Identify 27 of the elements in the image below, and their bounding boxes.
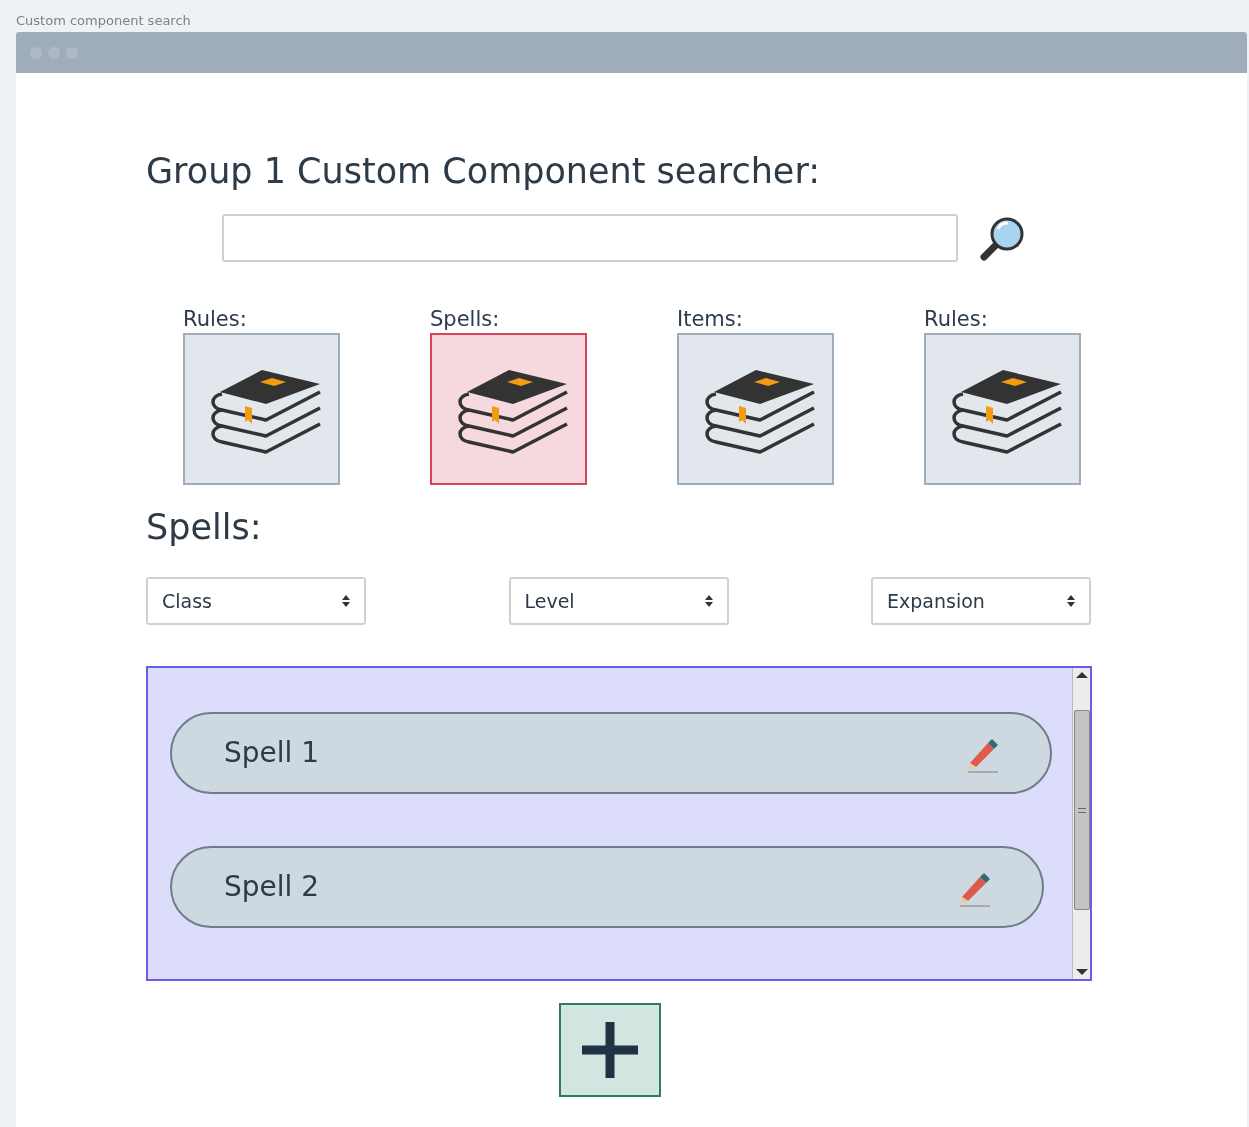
category-label: Items:	[677, 306, 744, 333]
spell-name: Spell 2	[224, 869, 320, 905]
page-heading: Group 1 Custom Component searcher:	[146, 150, 821, 193]
category-tile[interactable]	[183, 333, 340, 485]
filter-dropdown[interactable]: Class	[146, 577, 366, 625]
category-tile[interactable]	[430, 333, 587, 485]
window-caption: Custom component search	[16, 12, 192, 30]
add-button[interactable]	[559, 1003, 661, 1097]
category-tile[interactable]	[677, 333, 834, 485]
search-field[interactable]	[222, 214, 958, 262]
spell-name: Spell 1	[224, 735, 320, 771]
filter-dropdown[interactable]: Expansion	[871, 577, 1091, 625]
category-label: Spells:	[430, 306, 501, 333]
section-heading: Spells:	[146, 506, 263, 549]
spell-row[interactable]: Spell 1	[170, 712, 1052, 794]
scroll-down-icon[interactable]	[1075, 969, 1088, 975]
sort-arrows-icon	[704, 595, 713, 607]
sort-arrows-icon	[342, 595, 350, 607]
category-tile[interactable]	[924, 333, 1081, 485]
scroll-up-icon[interactable]	[1075, 672, 1088, 678]
category-label: Rules:	[183, 306, 248, 333]
scrollbar[interactable]	[1072, 668, 1090, 979]
spell-row[interactable]: Spell 2	[170, 846, 1044, 928]
sort-arrows-icon	[1067, 595, 1075, 607]
category-label: Rules:	[924, 306, 989, 333]
filter-dropdown[interactable]: Level	[508, 577, 729, 625]
scrollbar-thumb[interactable]	[1073, 710, 1090, 910]
